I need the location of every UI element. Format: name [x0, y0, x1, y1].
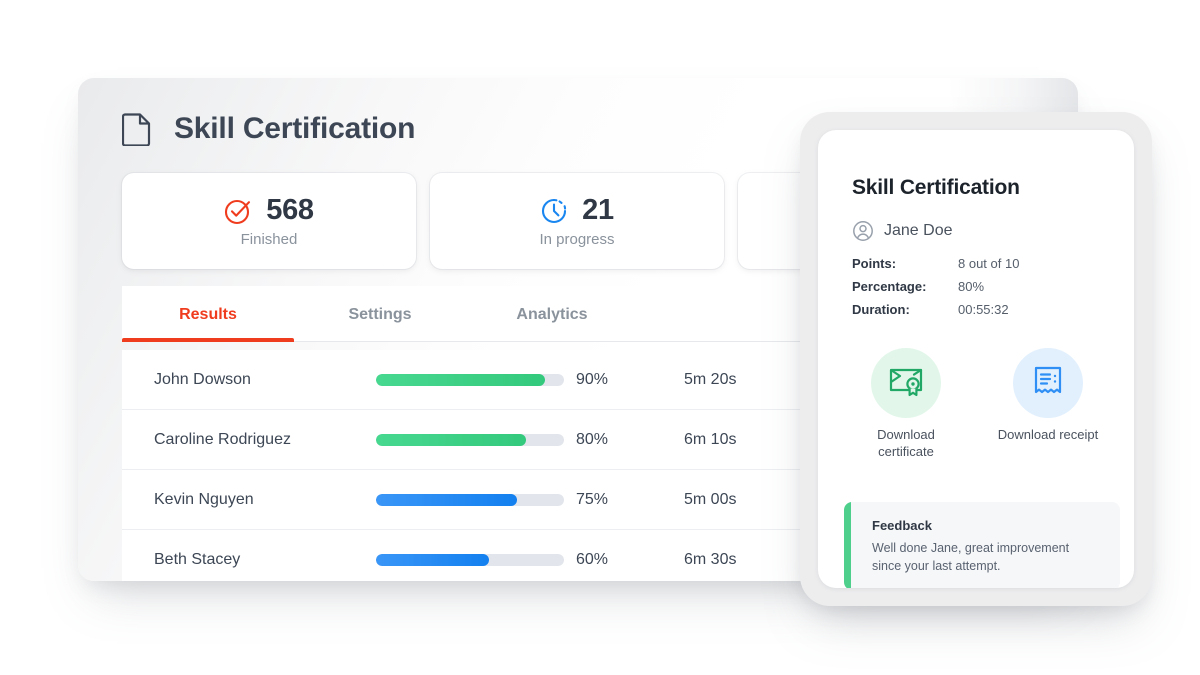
stat-label: Finished — [240, 231, 298, 248]
action-label: Download receipt — [997, 427, 1099, 442]
tab-analytics[interactable]: Analytics — [466, 286, 638, 341]
panel-title: Skill Certification — [852, 176, 1020, 199]
stat-value: 21 — [582, 194, 614, 226]
feedback-box: Feedback Well done Jane, great improveme… — [844, 502, 1120, 588]
stat-card-in-progress[interactable]: 21 In progress — [430, 173, 724, 269]
meta-key: Duration: — [852, 302, 910, 317]
progress-fill — [376, 553, 489, 566]
user-circle-icon — [852, 220, 874, 242]
progress-fill — [376, 433, 527, 446]
card-header: Skill Certification — [122, 112, 415, 146]
row-time: 5m 20s — [684, 370, 737, 388]
row-progress — [376, 493, 576, 506]
stat-value: 568 — [266, 194, 314, 226]
check-circle-icon — [224, 197, 252, 225]
row-progress — [376, 553, 576, 566]
row-progress — [376, 373, 576, 386]
tab-results[interactable]: Results — [122, 286, 294, 342]
clock-icon — [540, 197, 568, 225]
certificate-icon-circle — [871, 348, 941, 418]
meta-value: 80% — [958, 279, 985, 294]
progress-fill — [376, 373, 546, 386]
stat-card-finished[interactable]: 568 Finished — [122, 173, 416, 269]
feedback-accent-bar — [844, 502, 851, 588]
receipt-icon-circle — [1013, 348, 1083, 418]
row-percent: 90% — [576, 370, 609, 388]
row-name: Beth Stacey — [154, 550, 241, 568]
row-progress — [376, 433, 576, 446]
document-icon — [122, 112, 152, 146]
detail-panel-frame: Skill Certification Jane Doe Points: 8 ou… — [800, 112, 1152, 606]
progress-track — [376, 493, 564, 506]
stat-top: 568 — [224, 194, 314, 227]
stat-top: 21 — [540, 194, 614, 227]
feedback-text: Well done Jane, great improvement since … — [872, 541, 1070, 573]
progress-fill — [376, 493, 517, 506]
progress-track — [376, 553, 564, 566]
page-title: Skill Certification — [174, 112, 416, 145]
row-time: 5m 00s — [684, 490, 737, 508]
row-percent: 60% — [576, 550, 609, 568]
panel-user-name: Jane Doe — [884, 222, 953, 239]
feedback-title: Feedback — [872, 518, 932, 533]
action-label: Download certificate — [877, 427, 935, 459]
row-percent: 80% — [576, 430, 609, 448]
row-name: Kevin Nguyen — [154, 490, 254, 508]
row-time: 6m 30s — [684, 550, 737, 568]
progress-track — [376, 433, 564, 446]
meta-row: Duration: 00:55:32 — [852, 302, 1102, 317]
row-percent: 75% — [576, 490, 609, 508]
panel-user: Jane Doe — [852, 220, 953, 242]
progress-track — [376, 373, 564, 386]
tab-settings[interactable]: Settings — [294, 286, 466, 341]
meta-key: Percentage: — [852, 279, 927, 294]
meta-value: 8 out of 10 — [958, 256, 1020, 271]
meta-row: Points: 8 out of 10 — [852, 256, 1102, 271]
row-time: 6m 10s — [684, 430, 737, 448]
row-name: John Dowson — [154, 370, 251, 388]
download-certificate-button[interactable]: Download certificate — [852, 348, 960, 460]
panel-meta-list: Points: 8 out of 10 Percentage: 80% Duration… — [852, 256, 1102, 325]
receipt-icon — [1030, 363, 1066, 404]
row-name: Caroline Rodriguez — [154, 430, 291, 448]
panel-actions: Download certificate Download receipt — [852, 348, 1102, 460]
detail-panel: Skill Certification Jane Doe Points: 8 ou… — [818, 130, 1134, 588]
meta-key: Points: — [852, 256, 897, 271]
meta-value: 00:55:32 — [958, 302, 1009, 317]
download-receipt-button[interactable]: Download receipt — [994, 348, 1102, 460]
stat-label: In progress — [539, 231, 615, 248]
screenshot-root: Skill Certification 568 Finished 21 In p… — [0, 0, 1200, 675]
meta-row: Percentage: 80% — [852, 279, 1102, 294]
certificate-icon — [887, 362, 925, 405]
